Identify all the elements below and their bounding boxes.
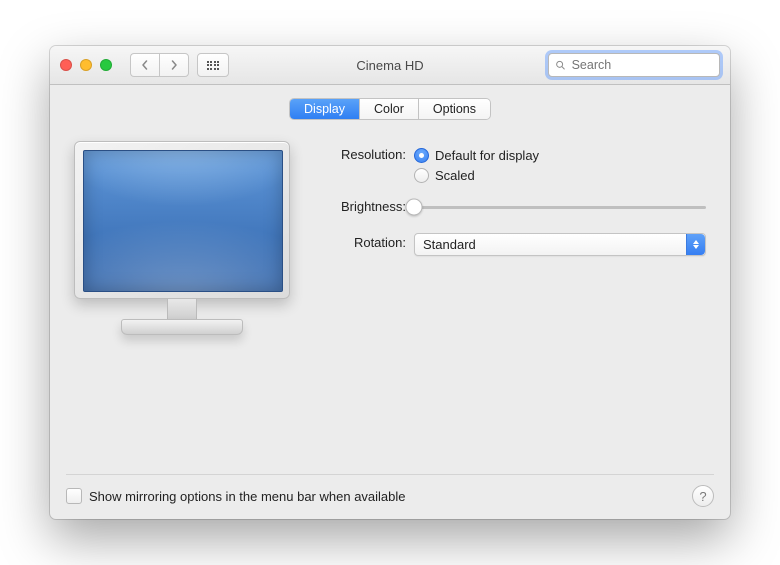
resolution-default-label: Default for display <box>435 148 539 163</box>
search-input[interactable] <box>570 57 713 73</box>
content-area: Display Color Options Resolution: <box>50 85 730 519</box>
grid-icon <box>207 61 220 70</box>
search-field-wrap[interactable] <box>548 53 720 77</box>
tab-display[interactable]: Display <box>290 99 360 119</box>
close-window-button[interactable] <box>60 59 72 71</box>
tab-options[interactable]: Options <box>419 99 490 119</box>
show-all-button[interactable] <box>197 53 229 77</box>
resolution-scaled-option[interactable]: Scaled <box>414 165 706 185</box>
chevron-right-icon <box>169 60 179 70</box>
chevron-left-icon <box>140 60 150 70</box>
rotation-value: Standard <box>423 237 476 252</box>
radio-unselected-icon <box>414 168 429 183</box>
monitor-neck <box>167 299 197 319</box>
monitor-illustration <box>74 141 290 335</box>
resolution-row: Resolution: Default for display Scaled <box>326 145 706 185</box>
titlebar: Cinema HD <box>50 46 730 85</box>
mirroring-label: Show mirroring options in the menu bar w… <box>89 489 406 504</box>
minimize-window-button[interactable] <box>80 59 92 71</box>
back-button[interactable] <box>130 53 159 77</box>
rotation-row: Rotation: Standard <box>326 233 706 256</box>
window-controls <box>60 59 112 71</box>
tab-color[interactable]: Color <box>360 99 419 119</box>
displays-preferences-window: Cinema HD Display Color Options <box>50 46 730 519</box>
popup-arrows-icon <box>686 234 705 255</box>
slider-track <box>414 206 706 209</box>
help-button[interactable]: ? <box>692 485 714 507</box>
zoom-window-button[interactable] <box>100 59 112 71</box>
brightness-slider[interactable] <box>414 197 706 217</box>
mirroring-checkbox[interactable] <box>66 488 82 504</box>
search-icon <box>555 59 566 71</box>
resolution-default-option[interactable]: Default for display <box>414 145 706 165</box>
brightness-label: Brightness: <box>326 197 414 217</box>
forward-button[interactable] <box>159 53 189 77</box>
resolution-scaled-label: Scaled <box>435 168 475 183</box>
footer: Show mirroring options in the menu bar w… <box>66 474 714 507</box>
slider-thumb[interactable] <box>406 199 423 216</box>
monitor-base <box>121 319 243 335</box>
radio-selected-icon <box>414 148 429 163</box>
display-panel: Resolution: Default for display Scaled <box>66 141 714 335</box>
rotation-popup[interactable]: Standard <box>414 233 706 256</box>
resolution-label: Resolution: <box>326 145 414 185</box>
monitor-screen <box>83 150 283 292</box>
rotation-label: Rotation: <box>326 233 414 256</box>
tab-bar: Display Color Options <box>290 99 490 119</box>
settings-column: Resolution: Default for display Scaled <box>326 141 706 335</box>
nav-back-forward <box>130 53 189 77</box>
brightness-row: Brightness: <box>326 197 706 217</box>
monitor-bezel <box>74 141 290 299</box>
